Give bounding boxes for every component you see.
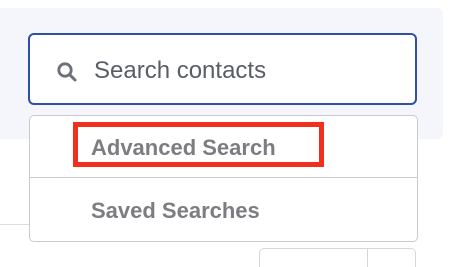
contacts-page: Advanced Search Saved Searches (0, 0, 452, 267)
divider-line (0, 224, 30, 225)
button-divider (367, 249, 368, 267)
saved-searches-option[interactable]: Saved Searches (30, 179, 417, 241)
search-box[interactable] (28, 33, 417, 105)
advanced-search-label: Advanced Search (91, 135, 276, 160)
search-input[interactable] (94, 53, 394, 89)
advanced-search-option[interactable]: Advanced Search (30, 116, 417, 178)
search-icon (56, 61, 78, 83)
pagination-button-group[interactable] (259, 248, 416, 267)
search-options-dropdown: Advanced Search Saved Searches (29, 115, 418, 242)
saved-searches-label: Saved Searches (91, 198, 260, 223)
